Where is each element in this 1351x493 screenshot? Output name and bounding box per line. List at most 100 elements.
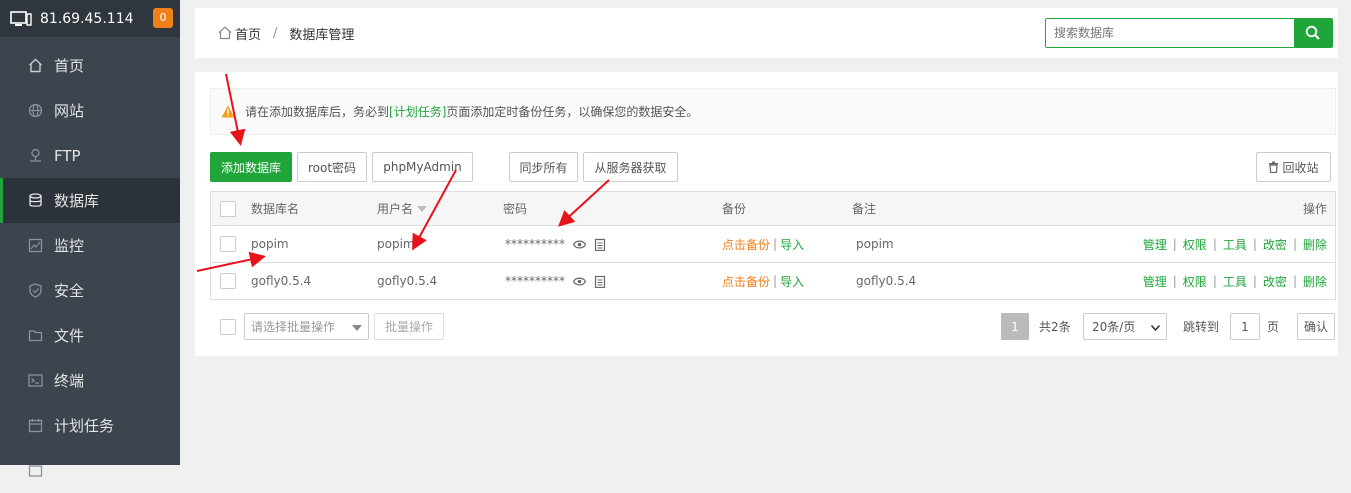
row-checkbox[interactable] — [220, 236, 236, 252]
tools-link[interactable]: 工具 — [1223, 236, 1247, 253]
breadcrumb-home[interactable]: 首页 — [235, 24, 261, 43]
sidebar-item-ftp[interactable]: FTP — [0, 133, 180, 178]
db-name: popim — [251, 237, 289, 251]
shield-icon — [27, 283, 43, 299]
eye-icon[interactable] — [573, 240, 586, 249]
sidebar-item-label: 监控 — [54, 237, 85, 255]
jump-page-input[interactable]: 1 — [1230, 313, 1260, 340]
change-password-link[interactable]: 改密 — [1263, 273, 1287, 290]
permission-link[interactable]: 权限 — [1183, 273, 1207, 290]
manage-link[interactable]: 管理 — [1143, 236, 1167, 253]
fetch-from-server-button[interactable]: 从服务器获取 — [583, 152, 678, 182]
search-icon — [1305, 25, 1320, 40]
header-name[interactable]: 数据库名 — [251, 192, 299, 225]
cron-link[interactable]: [计划任务] — [389, 103, 446, 120]
backup-cell: 点击备份 | 导入 — [722, 273, 805, 290]
header-backup: 备份 — [722, 202, 747, 216]
sort-down-icon — [417, 205, 428, 212]
permission-link[interactable]: 权限 — [1183, 236, 1207, 253]
header-note: 备注 — [852, 202, 877, 216]
recycle-bin-button[interactable]: 回收站 — [1256, 152, 1331, 182]
database-table: 数据库名 用户名 密码 备份 备注 操作 popim popim *******… — [210, 191, 1336, 300]
delete-link[interactable]: 删除 — [1303, 236, 1327, 253]
sidebar-item-home[interactable]: 首页 — [0, 43, 180, 88]
import-link[interactable]: 导入 — [780, 236, 804, 253]
sidebar-item-cron[interactable]: 计划任务 — [0, 403, 180, 448]
backup-link[interactable]: 点击备份 — [722, 236, 770, 253]
db-user: gofly0.5.4 — [377, 274, 438, 288]
folder-icon — [27, 328, 43, 344]
sidebar-item-label: 计划任务 — [54, 417, 115, 435]
chevron-down-icon — [1151, 325, 1160, 331]
sidebar-item-files[interactable]: 文件 — [0, 313, 180, 358]
password-mask: ********** — [505, 237, 565, 251]
add-database-button[interactable]: 添加数据库 — [210, 152, 292, 182]
breadcrumb: 首页 / 数据库管理 — [218, 8, 354, 58]
jump-label: 跳转到 — [1183, 320, 1220, 334]
pagination: 1 共2条 20条/页 跳转到 1 页 确认 — [1001, 312, 1336, 340]
sidebar-item-label: 数据库 — [54, 192, 100, 210]
search-button[interactable] — [1294, 19, 1332, 47]
sidebar-item-partial[interactable] — [0, 448, 180, 493]
row-checkbox[interactable] — [220, 273, 236, 289]
database-icon — [27, 193, 43, 209]
server-ip: 81.69.45.114 — [40, 10, 134, 27]
ftp-icon — [27, 148, 43, 164]
import-link[interactable]: 导入 — [780, 273, 804, 290]
eye-icon[interactable] — [573, 277, 586, 286]
chart-monitor-icon — [27, 238, 43, 254]
table-row: popim popim ********** 点击备份 | 导入 popim 管… — [211, 225, 1335, 262]
jump-confirm-button[interactable]: 确认 — [1297, 313, 1335, 340]
header-ops: 操作 — [1302, 202, 1327, 216]
per-page-value: 20条/页 — [1092, 320, 1136, 334]
per-page-select[interactable]: 20条/页 — [1083, 313, 1167, 340]
sidebar-item-database[interactable]: 数据库 — [0, 178, 180, 223]
top-bar: 首页 / 数据库管理 — [195, 8, 1338, 58]
sidebar-item-label: 安全 — [54, 282, 85, 300]
table-row: gofly0.5.4 gofly0.5.4 ********** 点击备份 | … — [211, 262, 1335, 299]
db-note[interactable]: popim — [856, 226, 894, 262]
header-user[interactable]: 用户名 — [377, 192, 428, 225]
warning-icon — [221, 105, 235, 118]
tools-link[interactable]: 工具 — [1223, 273, 1247, 290]
page-current[interactable]: 1 — [1001, 313, 1029, 340]
notification-badge[interactable]: 0 — [153, 8, 173, 28]
trash-icon — [1269, 161, 1279, 173]
sync-all-button[interactable]: 同步所有 — [509, 152, 578, 182]
copy-icon[interactable] — [594, 275, 606, 288]
header-password: 密码 — [503, 202, 528, 216]
sidebar-item-website[interactable]: 网站 — [0, 88, 180, 133]
delete-link[interactable]: 删除 — [1303, 273, 1327, 290]
phpmyadmin-button[interactable]: phpMyAdmin — [372, 152, 473, 182]
header-user-label: 用户名 — [377, 202, 414, 216]
backup-link[interactable]: 点击备份 — [722, 273, 770, 290]
server-header: 81.69.45.114 0 — [0, 0, 180, 37]
sidebar-item-label: 终端 — [54, 372, 85, 390]
sidebar-item-security[interactable]: 安全 — [0, 268, 180, 313]
home-icon — [218, 26, 232, 40]
db-password: ********** — [505, 226, 606, 262]
change-password-link[interactable]: 改密 — [1263, 236, 1287, 253]
db-note[interactable]: gofly0.5.4 — [856, 263, 916, 299]
bulk-action-select[interactable]: 请选择批量操作 — [244, 313, 369, 340]
sidebar: 81.69.45.114 0 首页 网站 FTP 数据库 监控 安全 文件 终端… — [0, 0, 180, 477]
calendar-icon — [27, 418, 43, 434]
footer-select-all-checkbox[interactable] — [220, 319, 236, 335]
search-input[interactable] — [1046, 19, 1294, 47]
chevron-down-icon — [352, 325, 362, 331]
manage-link[interactable]: 管理 — [1143, 273, 1167, 290]
copy-icon[interactable] — [594, 238, 606, 251]
db-name: gofly0.5.4 — [251, 274, 312, 288]
sidebar-item-terminal[interactable]: 终端 — [0, 358, 180, 403]
table-header: 数据库名 用户名 密码 备份 备注 操作 — [211, 192, 1335, 225]
sidebar-item-label: 首页 — [54, 57, 85, 75]
sidebar-item-monitor[interactable]: 监控 — [0, 223, 180, 268]
password-mask: ********** — [505, 274, 565, 288]
bulk-action-button[interactable]: 批量操作 — [374, 313, 444, 340]
root-password-button[interactable]: root密码 — [297, 152, 367, 182]
database-panel: 请在添加数据库后，务必到 [计划任务] 页面添加定时备份任务，以确保您的数据安全… — [195, 72, 1338, 356]
select-all-checkbox[interactable] — [220, 200, 236, 217]
monitor-icon — [10, 10, 32, 26]
bulk-action-placeholder: 请选择批量操作 — [251, 320, 336, 334]
tip-text-prefix: 请在添加数据库后，务必到 — [245, 105, 390, 119]
